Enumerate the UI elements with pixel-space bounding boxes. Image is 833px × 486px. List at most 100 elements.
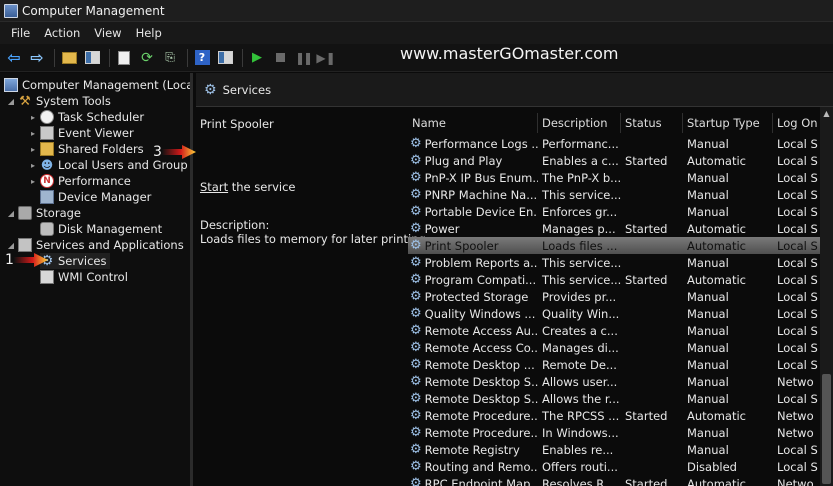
- services-header-title: Services: [222, 82, 272, 97]
- scroll-up-icon[interactable]: ▲: [820, 107, 833, 120]
- service-status-cell: [621, 424, 683, 441]
- service-row[interactable]: ⚙ Remote Procedure... The RPCSS ... Started…: [408, 407, 820, 424]
- menu-view[interactable]: View: [87, 26, 128, 40]
- tree-item-performance[interactable]: ▸ N Performance: [28, 173, 131, 189]
- forward-arrow-icon[interactable]: ⇨: [27, 48, 47, 68]
- service-description-cell-text: Provides pr...: [542, 289, 617, 304]
- service-description-cell: Resolves R...: [538, 475, 621, 486]
- show-hide-console-tree-icon[interactable]: [82, 48, 102, 68]
- service-log-on-cell-text: Netwo: [777, 425, 814, 440]
- tree-item-shared-folders[interactable]: ▸ Shared Folders: [28, 141, 144, 157]
- collapse-triangle-icon[interactable]: ◢: [6, 241, 16, 250]
- service-startup-type-cell-text: Manual: [687, 289, 729, 304]
- scrollbar-thumb[interactable]: [822, 374, 831, 484]
- service-row[interactable]: ⚙ Remote Access Au... Creates a c... Manual…: [408, 322, 820, 339]
- menu-help[interactable]: Help: [129, 26, 169, 40]
- shared-folder-icon: [40, 142, 54, 156]
- tree-item-services[interactable]: ⚙ Services: [40, 253, 110, 269]
- service-row[interactable]: ⚙ Performance Logs ... Performanc... Manual…: [408, 135, 820, 152]
- service-row[interactable]: ⚙ Plug and Play Enables a c... Started Autom…: [408, 152, 820, 169]
- expand-triangle-icon[interactable]: ▸: [28, 177, 38, 186]
- watermark-text: www.masterGOmaster.com: [400, 44, 619, 63]
- tree-item-event-viewer[interactable]: ▸ Event Viewer: [28, 125, 134, 141]
- service-row[interactable]: ⚙ PnP-X IP Bus Enum... The PnP-X b... Manua…: [408, 169, 820, 186]
- service-row[interactable]: ⚙ Remote Access Co... Manages di... Manual L…: [408, 339, 820, 356]
- stop-service-icon[interactable]: [270, 48, 290, 68]
- refresh-icon[interactable]: ⟳: [137, 48, 157, 68]
- service-row[interactable]: ⚙ Remote Desktop S... Allows user... Manual…: [408, 373, 820, 390]
- start-service-icon[interactable]: ▶: [247, 48, 267, 68]
- gear-icon: ⚙: [410, 408, 422, 423]
- tree-item-services-and-applications[interactable]: ◢ Services and Applications: [6, 237, 184, 253]
- service-row[interactable]: ⚙ Remote Desktop ... Remote De... Manual Loc…: [408, 356, 820, 373]
- help-icon[interactable]: ?: [192, 48, 212, 68]
- column-header-startup-type[interactable]: Startup Type: [683, 113, 773, 133]
- service-row[interactable]: ⚙ Print Spooler Loads files ... Automatic Lo…: [408, 237, 820, 254]
- service-row[interactable]: ⚙ Program Compati... This service... Starte…: [408, 271, 820, 288]
- collapse-triangle-icon[interactable]: ◢: [6, 209, 16, 218]
- service-description-cell-text: Offers routi...: [542, 459, 618, 474]
- tree-item-label: Services and Applications: [36, 238, 184, 252]
- menu-action[interactable]: Action: [37, 26, 87, 40]
- service-startup-type-cell: Automatic: [683, 475, 773, 486]
- service-row[interactable]: ⚙ RPC Endpoint Map... Resolves R... Started…: [408, 475, 820, 486]
- service-log-on-cell: Netwo: [773, 424, 820, 441]
- service-description-cell-text: Enforces gr...: [542, 204, 618, 219]
- service-startup-type-cell: Manual: [683, 322, 773, 339]
- service-row[interactable]: ⚙ Remote Desktop S... Allows the r... Manua…: [408, 390, 820, 407]
- expand-triangle-icon[interactable]: ▸: [28, 161, 38, 170]
- service-row[interactable]: ⚙ Remote Registry Enables re... Manual Local…: [408, 441, 820, 458]
- column-header-status[interactable]: Status: [621, 113, 683, 133]
- service-row[interactable]: ⚙ Routing and Remo... Offers routi... Disab…: [408, 458, 820, 475]
- properties-icon[interactable]: [114, 48, 134, 68]
- column-header-name[interactable]: Name: [408, 113, 538, 133]
- service-name-cell: ⚙ Portable Device En...: [408, 203, 538, 220]
- service-description-cell: Enables a c...: [538, 152, 621, 169]
- service-status-cell: [621, 305, 683, 322]
- service-row[interactable]: ⚙ Protected Storage Provides pr... Manual Lo…: [408, 288, 820, 305]
- tree-item-local-users[interactable]: ▸ ☻ Local Users and Group: [28, 157, 188, 173]
- service-description-cell-text: Performanc...: [542, 136, 619, 151]
- service-row[interactable]: ⚙ PNRP Machine Na... This service... Manual…: [408, 186, 820, 203]
- collapse-triangle-icon[interactable]: ◢: [6, 97, 16, 106]
- tree-item-storage[interactable]: ◢ Storage: [6, 205, 81, 221]
- service-description-cell: Quality Win...: [538, 305, 621, 322]
- console-tree: Computer Management (Local) ◢ ⚒ System T…: [0, 73, 193, 486]
- services-header: ⚙ Services: [196, 73, 833, 107]
- menu-file[interactable]: File: [4, 26, 37, 40]
- tree-item-disk-management[interactable]: Disk Management: [40, 221, 162, 237]
- service-startup-type-cell: Automatic: [683, 220, 773, 237]
- start-service-link[interactable]: Start: [200, 180, 228, 194]
- service-row[interactable]: ⚙ Remote Procedure... In Windows... Manual N…: [408, 424, 820, 441]
- expand-triangle-icon[interactable]: ▸: [28, 113, 38, 122]
- tree-item-system-tools[interactable]: ◢ ⚒ System Tools: [6, 93, 111, 109]
- tree-item-task-scheduler[interactable]: ▸ Task Scheduler: [28, 109, 144, 125]
- vertical-scrollbar[interactable]: ▲: [820, 107, 833, 486]
- selected-service-name: Print Spooler: [200, 117, 274, 131]
- back-arrow-icon[interactable]: ⇦: [4, 48, 24, 68]
- export-list-icon[interactable]: ⎘: [160, 48, 180, 68]
- service-row[interactable]: ⚙ Power Manages p... Started Automatic Local …: [408, 220, 820, 237]
- expand-triangle-icon[interactable]: ▸: [28, 145, 38, 154]
- service-log-on-cell: Local S: [773, 339, 820, 356]
- service-log-on-cell-text: Local S: [777, 255, 818, 270]
- restart-service-icon[interactable]: ▶❚: [316, 48, 336, 68]
- show-action-pane-icon[interactable]: [215, 48, 235, 68]
- tree-item-wmi-control[interactable]: WMI Control: [40, 269, 128, 285]
- service-log-on-cell: Local S: [773, 322, 820, 339]
- tree-item-device-manager[interactable]: Device Manager: [40, 189, 151, 205]
- service-row[interactable]: ⚙ Quality Windows ... Quality Win... Manual…: [408, 305, 820, 322]
- service-startup-type-cell: Automatic: [683, 237, 773, 254]
- column-header-log-on-as[interactable]: Log On: [773, 113, 820, 133]
- up-folder-icon[interactable]: [59, 48, 79, 68]
- tree-item-label: Event Viewer: [58, 126, 134, 140]
- pause-service-icon[interactable]: ❚❚: [293, 48, 313, 68]
- service-row[interactable]: ⚙ Portable Device En... Enforces gr... Manu…: [408, 203, 820, 220]
- service-status-cell: [621, 169, 683, 186]
- service-row[interactable]: ⚙ Problem Reports a... This service... Manu…: [408, 254, 820, 271]
- column-header-description[interactable]: Description: [538, 113, 621, 133]
- service-log-on-cell: Local S: [773, 441, 820, 458]
- expand-triangle-icon[interactable]: ▸: [28, 129, 38, 138]
- storage-icon: [18, 206, 32, 220]
- tree-item-root[interactable]: Computer Management (Local): [4, 77, 190, 93]
